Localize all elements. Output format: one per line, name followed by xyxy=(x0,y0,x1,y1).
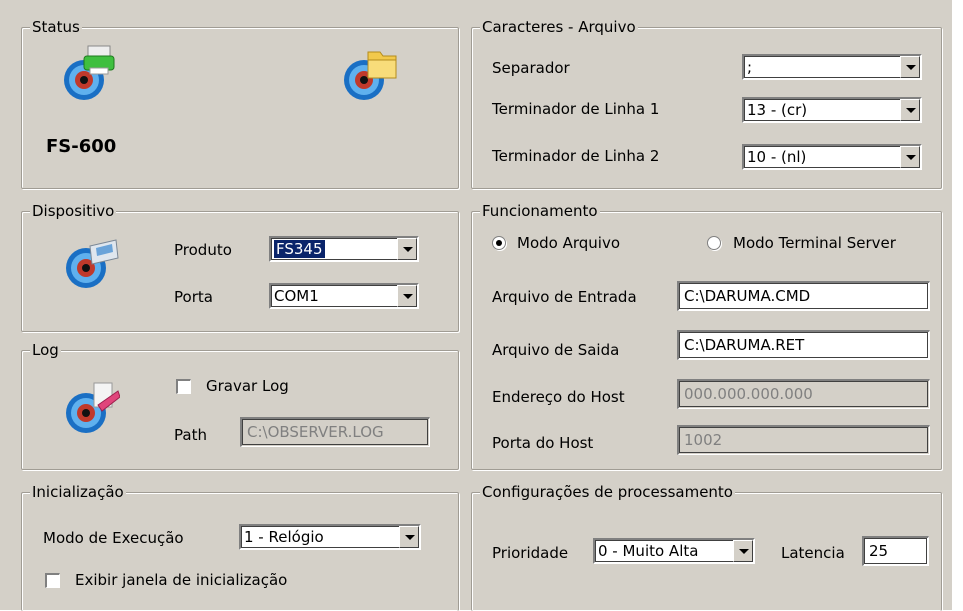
modo-execucao-dropdown-button[interactable] xyxy=(399,526,419,548)
endereco-host-field[interactable]: 000.000.000.000 xyxy=(677,379,930,409)
arquivo-entrada-field[interactable]: C:\DARUMA.CMD xyxy=(677,281,930,311)
latencia-value: 25 xyxy=(869,542,889,560)
caracteres-group: Caracteres - Arquivo Separador ; Termina… xyxy=(471,18,942,189)
prioridade-dropdown-button[interactable] xyxy=(733,540,753,562)
caracteres-group-title: Caracteres - Arquivo xyxy=(480,18,638,36)
modo-arquivo-radio[interactable] xyxy=(492,236,506,250)
separador-value: ; xyxy=(747,58,753,76)
prioridade-value: 0 - Muito Alta xyxy=(598,542,699,560)
endereco-host-value: 000.000.000.000 xyxy=(684,385,813,403)
endereco-host-label: Endereço do Host xyxy=(492,388,625,406)
terminador1-dropdown-button[interactable] xyxy=(900,99,920,121)
porta-label: Porta xyxy=(174,288,213,306)
separador-select[interactable]: ; xyxy=(742,54,922,80)
porta-select-value: COM1 xyxy=(274,287,319,305)
processamento-group: Configurações de processamento Prioridad… xyxy=(471,483,942,611)
porta-host-field[interactable]: 1002 xyxy=(677,425,930,455)
modo-terminal-label[interactable]: Modo Terminal Server xyxy=(733,234,896,252)
dispositivo-group-title: Dispositivo xyxy=(30,202,117,220)
separador-label: Separador xyxy=(492,59,570,77)
path-field[interactable]: C:\OBSERVER.LOG xyxy=(240,417,430,447)
terminador2-value: 10 - (nl) xyxy=(747,148,807,166)
porta-host-label: Porta do Host xyxy=(492,434,594,452)
log-group: Log Gravar Log Path C:\OBSERVER.LOG xyxy=(21,341,459,470)
model-name: FS-600 xyxy=(46,136,117,157)
produto-select[interactable]: FS345 xyxy=(269,236,419,262)
gravar-log-checkbox[interactable] xyxy=(176,379,191,394)
exibir-janela-label[interactable]: Exibir janela de inicialização xyxy=(75,571,287,589)
prioridade-label: Prioridade xyxy=(492,544,569,562)
arquivo-saida-value: C:\DARUMA.RET xyxy=(684,336,805,354)
produto-dropdown-button[interactable] xyxy=(397,238,417,260)
porta-select[interactable]: COM1 xyxy=(269,283,419,309)
porta-dropdown-button[interactable] xyxy=(397,285,417,307)
latencia-field[interactable]: 25 xyxy=(862,536,929,566)
path-label: Path xyxy=(174,426,207,444)
produto-select-value: FS345 xyxy=(273,239,326,259)
modo-execucao-value: 1 - Relógio xyxy=(244,528,324,546)
inicializacao-group: Inicialização Modo de Execução 1 - Relóg… xyxy=(21,483,459,611)
produto-label: Produto xyxy=(174,241,232,259)
status-group: Status FS-600 xyxy=(21,18,459,189)
modo-execucao-label: Modo de Execução xyxy=(43,529,184,547)
arquivo-saida-label: Arquivo de Saida xyxy=(492,341,620,359)
funcionamento-group: Funcionamento Modo Arquivo Modo Terminal… xyxy=(471,202,942,470)
status-group-title: Status xyxy=(30,18,82,36)
log-group-title: Log xyxy=(30,341,61,359)
modo-terminal-radio[interactable] xyxy=(707,236,721,250)
dispositivo-group: Dispositivo Produto FS345 Porta COM1 xyxy=(21,202,459,332)
prioridade-select[interactable]: 0 - Muito Alta xyxy=(593,538,755,564)
modo-arquivo-label[interactable]: Modo Arquivo xyxy=(517,234,620,252)
terminador1-select[interactable]: 13 - (cr) xyxy=(742,97,922,123)
log-eye-icon xyxy=(66,382,120,433)
funcionamento-group-title: Funcionamento xyxy=(480,202,600,220)
gravar-log-label[interactable]: Gravar Log xyxy=(206,377,289,395)
terminador1-value: 13 - (cr) xyxy=(747,101,808,119)
latencia-label: Latencia xyxy=(781,544,845,562)
inicializacao-group-title: Inicialização xyxy=(30,483,126,501)
arquivo-saida-field[interactable]: C:\DARUMA.RET xyxy=(677,330,930,360)
porta-host-value: 1002 xyxy=(684,431,723,449)
terminador2-dropdown-button[interactable] xyxy=(900,146,920,168)
processamento-group-title: Configurações de processamento xyxy=(480,483,735,501)
folder-eye-icon xyxy=(344,51,397,100)
exibir-janela-checkbox[interactable] xyxy=(45,573,60,588)
modo-execucao-select[interactable]: 1 - Relógio xyxy=(239,524,421,550)
terminador2-select[interactable]: 10 - (nl) xyxy=(742,144,922,170)
arquivo-entrada-value: C:\DARUMA.CMD xyxy=(684,287,811,305)
arquivo-entrada-label: Arquivo de Entrada xyxy=(492,288,637,306)
device-eye-icon xyxy=(66,239,119,288)
terminador2-label: Terminador de Linha 2 xyxy=(492,147,660,165)
path-field-value: C:\OBSERVER.LOG xyxy=(247,423,384,441)
terminador1-label: Terminador de Linha 1 xyxy=(492,100,660,118)
printer-eye-icon xyxy=(64,45,115,100)
separador-dropdown-button[interactable] xyxy=(900,56,920,78)
